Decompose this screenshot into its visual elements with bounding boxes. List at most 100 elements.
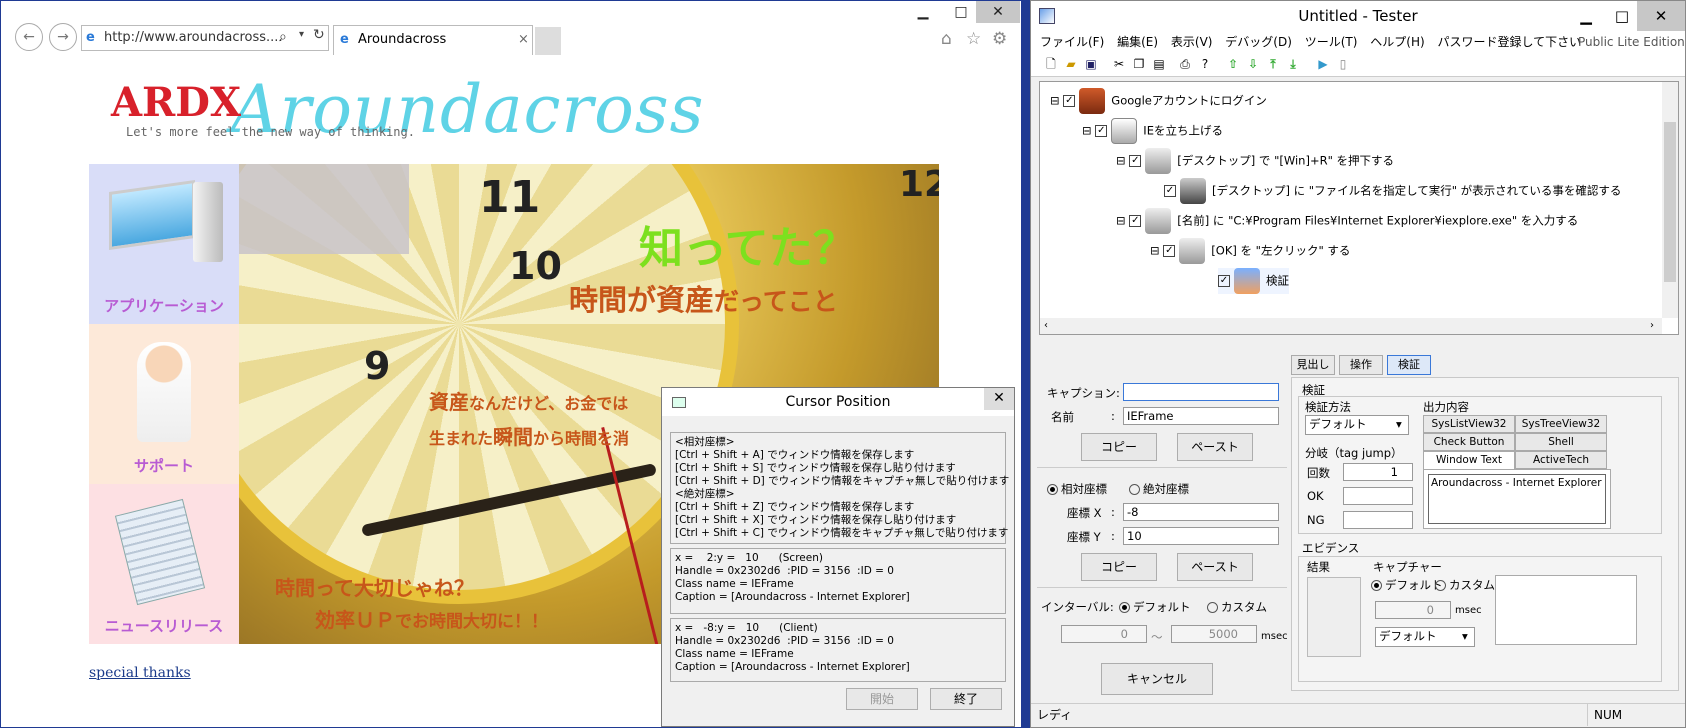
copy-button[interactable]: コピー <box>1081 553 1157 581</box>
move-top-icon[interactable]: ⤒ <box>1265 56 1281 72</box>
interval-max-input[interactable]: 5000 <box>1171 625 1257 643</box>
checkbox-checked[interactable]: ✓ <box>1218 275 1230 287</box>
side-nav-application[interactable]: アプリケーション <box>89 164 239 324</box>
capture-custom-radio[interactable]: カスタム <box>1435 577 1495 593</box>
end-button[interactable]: 終了 <box>930 688 1002 710</box>
paste-button[interactable]: ペースト <box>1177 433 1253 461</box>
interval-custom-radio[interactable]: カスタム <box>1207 599 1267 615</box>
output-tab[interactable]: Check Button <box>1423 433 1515 451</box>
checkbox-checked[interactable]: ✓ <box>1063 95 1076 107</box>
arrow-up-icon[interactable]: ⇧ <box>1225 56 1241 72</box>
back-icon[interactable]: ← <box>15 23 43 51</box>
name-input[interactable]: IEFrame <box>1123 407 1279 425</box>
menu-edit[interactable]: 編集(E) <box>1117 35 1158 49</box>
tree-node[interactable]: ⊟ ✓ [名前] に "C:¥Program Files¥Internet Exp… <box>1116 208 1578 234</box>
new-file-icon[interactable]: 🗋 <box>1043 56 1059 72</box>
help-icon[interactable]: ? <box>1197 56 1213 72</box>
chevron-down-icon[interactable]: ▾ <box>299 29 304 40</box>
copy-icon[interactable]: ❐ <box>1131 56 1147 72</box>
tree-node[interactable]: ⊟ ✓ [デスクトップ] で "[Win]+R" を押下する <box>1116 148 1394 174</box>
start-button[interactable]: 開始 <box>846 688 918 710</box>
side-nav-news[interactable]: ニュースリリース <box>89 484 239 644</box>
checkbox-checked[interactable]: ✓ <box>1129 215 1142 227</box>
refresh-icon[interactable]: ↻ <box>313 27 325 43</box>
special-thanks-link[interactable]: special thanks <box>89 665 191 681</box>
chevron-right-icon[interactable]: › <box>1650 318 1654 334</box>
cut-icon[interactable]: ✂ <box>1111 56 1127 72</box>
tree-node[interactable]: ⊟ ✓ Googleアカウントにログイン <box>1050 88 1267 114</box>
close-icon[interactable]: ✕ <box>1637 1 1685 31</box>
copy-button[interactable]: コピー <box>1081 433 1157 461</box>
tree-node[interactable]: ✓ [デスクトップ] に "ファイル名を指定して実行" が表示されている事を確認す… <box>1164 178 1621 204</box>
minimize-icon[interactable]: ▁ <box>1571 1 1601 31</box>
forward-icon[interactable]: → <box>49 23 77 51</box>
search-icon[interactable]: ⌕ <box>279 29 287 45</box>
new-tab-button[interactable] <box>535 27 561 55</box>
paste-icon[interactable]: ▤ <box>1151 56 1167 72</box>
close-icon[interactable]: × <box>518 26 529 54</box>
capture-list[interactable] <box>1495 575 1637 645</box>
print-icon[interactable]: ⎙ <box>1177 56 1193 72</box>
save-icon[interactable]: ▣ <box>1083 56 1099 72</box>
blank-page-icon[interactable]: ▯ <box>1335 56 1351 72</box>
checkbox-checked[interactable]: ✓ <box>1164 185 1176 197</box>
menu-help[interactable]: ヘルプ(H) <box>1370 35 1424 49</box>
star-icon[interactable]: ☆ <box>966 29 981 49</box>
evidence-label: エビデンス <box>1302 541 1360 555</box>
tab-heading[interactable]: 見出し <box>1291 355 1335 375</box>
capture-msec-input[interactable]: 0 <box>1375 601 1451 619</box>
absolute-radio[interactable]: 絶対座標 <box>1129 481 1189 497</box>
interval-default-radio[interactable]: デフォルト <box>1119 599 1191 615</box>
minimize-icon[interactable]: ▁ <box>911 1 935 23</box>
capture-select[interactable]: デフォルト ▾ <box>1375 627 1475 647</box>
checkbox-checked[interactable]: ✓ <box>1129 155 1142 167</box>
chevron-left-icon[interactable]: ‹ <box>1044 318 1048 334</box>
scrollbar-thumb[interactable] <box>1664 122 1676 282</box>
ng-input[interactable] <box>1343 511 1413 529</box>
checkbox-checked[interactable]: ✓ <box>1163 245 1176 257</box>
count-input[interactable]: 1 <box>1343 463 1413 481</box>
ok-input[interactable] <box>1343 487 1413 505</box>
menu-file[interactable]: ファイル(F) <box>1040 35 1104 49</box>
verify-method-select[interactable]: デフォルト ▾ <box>1305 415 1409 435</box>
caption-input[interactable] <box>1123 383 1279 401</box>
tab-verify[interactable]: 検証 <box>1387 355 1431 375</box>
vertical-scrollbar[interactable] <box>1662 82 1678 318</box>
open-folder-icon[interactable]: ▰ <box>1063 56 1079 72</box>
interval-min-input[interactable]: 0 <box>1061 625 1147 643</box>
menu-debug[interactable]: デバッグ(D) <box>1225 35 1292 49</box>
gear-icon[interactable]: ⚙ <box>992 29 1007 49</box>
tab-operation[interactable]: 操作 <box>1339 355 1383 375</box>
side-nav-support[interactable]: サポート <box>89 324 239 484</box>
maximize-icon[interactable]: □ <box>1607 1 1637 31</box>
paste-button[interactable]: ペースト <box>1177 553 1253 581</box>
tree-node-selected[interactable]: ✓ 検証 <box>1218 268 1289 294</box>
address-bar[interactable]: e http://www.aroundacross.... <box>81 25 329 51</box>
capture-default-radio[interactable]: デフォルト <box>1371 577 1443 593</box>
window-text-box[interactable]: Aroundacross - Internet Explorer <box>1428 474 1606 524</box>
output-tab-active[interactable]: Window Text <box>1423 451 1515 469</box>
cancel-button[interactable]: キャンセル <box>1101 663 1213 695</box>
output-tab[interactable]: Shell <box>1515 433 1607 451</box>
close-icon[interactable]: ✕ <box>976 1 1020 23</box>
menu-tools[interactable]: ツール(T) <box>1305 35 1358 49</box>
coord-x-input[interactable]: -8 <box>1123 503 1279 521</box>
home-icon[interactable]: ⌂ <box>941 29 952 49</box>
tree-node[interactable]: ⊟ ✓ [OK] を "左クリック" する <box>1150 238 1350 264</box>
arrow-down-icon[interactable]: ⇩ <box>1245 56 1261 72</box>
checkbox-checked[interactable]: ✓ <box>1095 125 1108 137</box>
menu-password[interactable]: パスワード登録して下さい <box>1437 35 1581 49</box>
output-tab[interactable]: ActiveTech <box>1515 451 1607 469</box>
output-tab[interactable]: SysTreeView32 <box>1515 415 1607 433</box>
menu-view[interactable]: 表示(V) <box>1171 35 1213 49</box>
horizontal-scrollbar[interactable]: ‹ › <box>1040 318 1662 334</box>
browser-tab[interactable]: e Aroundacross × <box>333 25 533 55</box>
coord-y-input[interactable]: 10 <box>1123 527 1279 545</box>
maximize-icon[interactable]: □ <box>949 1 973 23</box>
move-bottom-icon[interactable]: ⤓ <box>1285 56 1301 72</box>
output-tab[interactable]: SysListView32 <box>1423 415 1515 433</box>
tree-node[interactable]: ⊟ ✓ IEを立ち上げる <box>1082 118 1223 144</box>
export-icon[interactable]: ▶ <box>1315 56 1331 72</box>
relative-radio[interactable]: 相対座標 <box>1047 481 1107 497</box>
close-icon[interactable]: ✕ <box>984 388 1014 410</box>
